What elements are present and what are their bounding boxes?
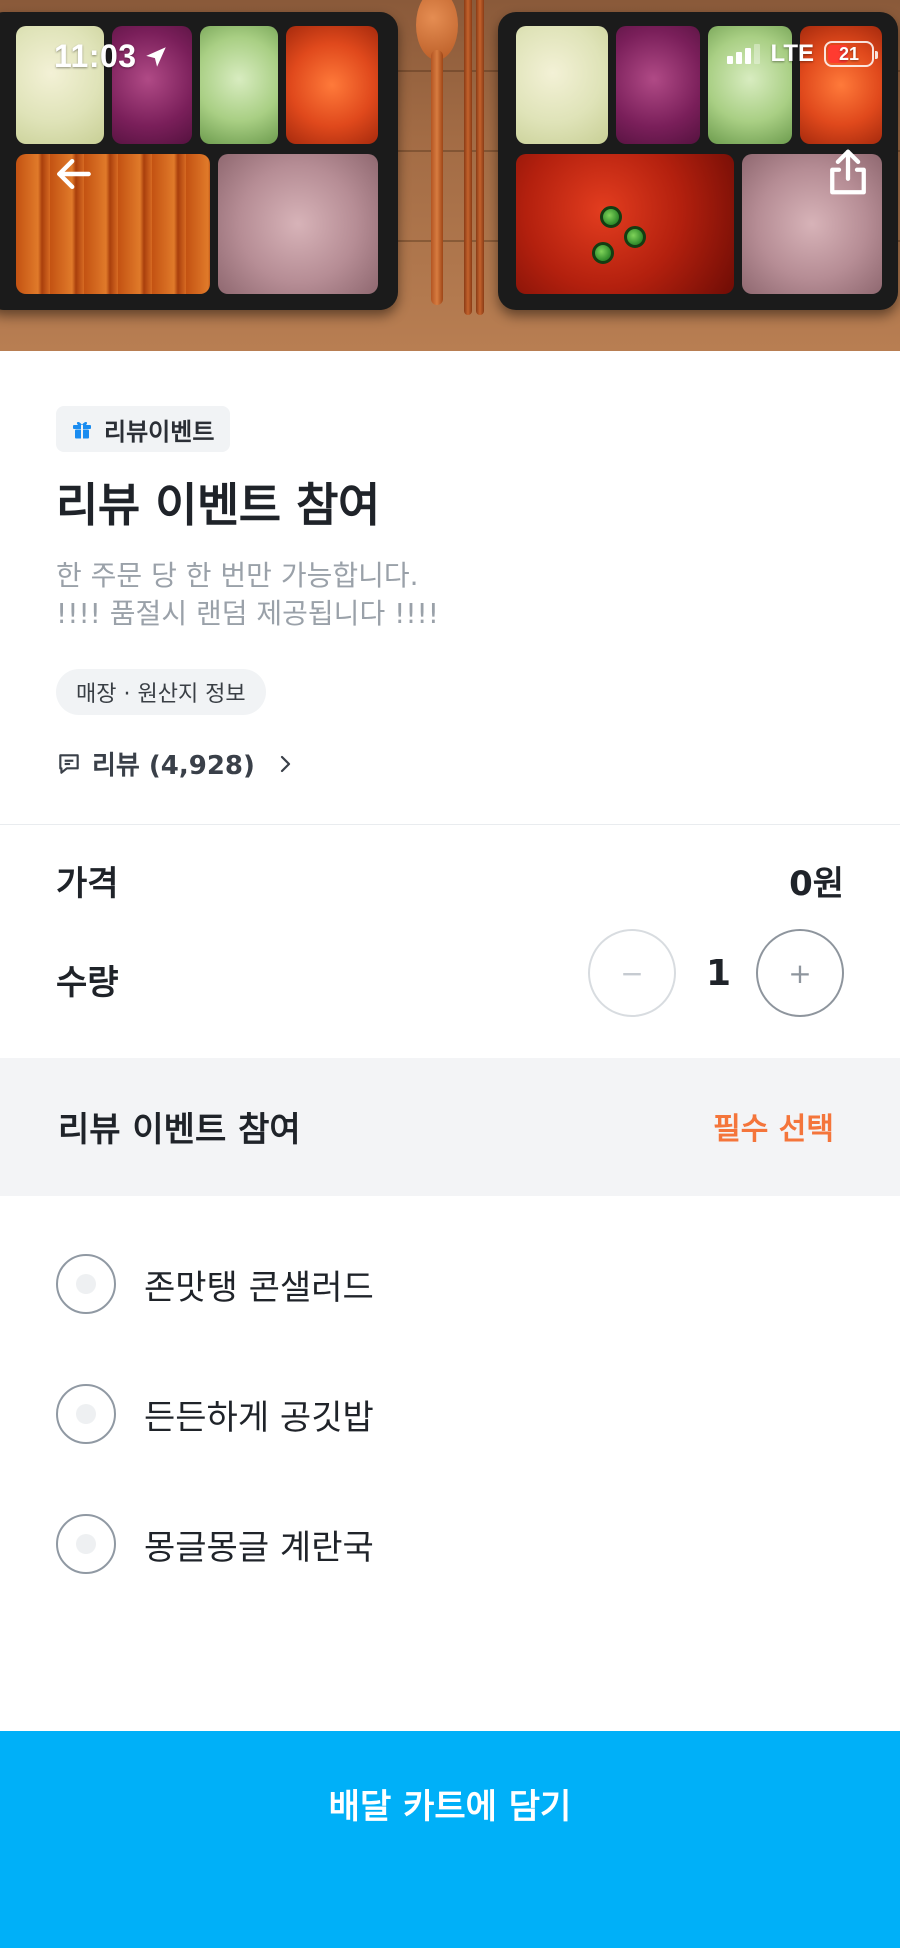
quantity-value: 1 bbox=[706, 952, 732, 994]
price-label: 가격 bbox=[56, 864, 119, 904]
battery-icon: 21 bbox=[824, 41, 878, 67]
quantity-increase-button[interactable]: + bbox=[756, 929, 844, 1017]
badge-label: 리뷰이벤트 bbox=[104, 417, 215, 446]
arrow-left-icon bbox=[57, 158, 91, 190]
divider bbox=[0, 824, 900, 825]
comment-icon bbox=[59, 753, 79, 774]
quantity-label: 수량 bbox=[56, 963, 119, 1003]
location-arrow-icon bbox=[145, 46, 166, 67]
share-icon bbox=[830, 149, 866, 195]
description-line: 한 주문 당 한 번만 가능합니다. bbox=[56, 559, 419, 592]
battery-level: 21 bbox=[838, 43, 860, 64]
radio-button[interactable] bbox=[56, 1514, 116, 1574]
option-item[interactable]: 존맛탱 콘샐러드 bbox=[56, 1254, 374, 1314]
review-event-badge: 리뷰이벤트 bbox=[56, 406, 231, 452]
option-label: 몽글몽글 계란국 bbox=[144, 1527, 374, 1568]
quantity-stepper: − 1 + bbox=[588, 929, 844, 1017]
status-indicators: LTE 21 bbox=[727, 40, 878, 68]
hero-image: 11:03 LTE 21 bbox=[0, 0, 900, 351]
product-title: 리뷰 이벤트 참여 bbox=[56, 478, 380, 532]
chevron-right-icon bbox=[280, 755, 291, 772]
radio-button[interactable] bbox=[56, 1384, 116, 1444]
signal-icon bbox=[727, 44, 761, 64]
gift-icon bbox=[73, 421, 91, 439]
review-link[interactable]: 리뷰 (4,928) bbox=[56, 745, 297, 782]
add-to-cart-button[interactable]: 배달 카트에 담기 bbox=[0, 1731, 900, 1948]
price-value: 0원 bbox=[789, 864, 844, 904]
required-badge: 필수 선택 bbox=[713, 1112, 834, 1147]
share-button[interactable] bbox=[820, 144, 876, 200]
option-item[interactable]: 든든하게 공깃밥 bbox=[56, 1384, 374, 1444]
product-description: 한 주문 당 한 번만 가능합니다. !!!! 품절시 랜덤 제공됩니다 !!!… bbox=[56, 557, 439, 633]
network-label: LTE bbox=[770, 40, 814, 67]
radio-button[interactable] bbox=[56, 1254, 116, 1314]
quantity-decrease-button[interactable]: − bbox=[588, 929, 676, 1017]
review-count-label: 리뷰 (4,928) bbox=[92, 751, 255, 781]
origin-info-chip[interactable]: 매장 · 원산지 정보 bbox=[56, 669, 266, 715]
back-button[interactable] bbox=[46, 146, 102, 202]
status-time: 11:03 bbox=[54, 38, 169, 75]
add-to-cart-label: 배달 카트에 담기 bbox=[328, 1787, 572, 1827]
option-item[interactable]: 몽글몽글 계란국 bbox=[56, 1514, 374, 1574]
description-line: !!!! 품절시 랜덤 제공됩니다 !!!! bbox=[56, 597, 439, 630]
option-label: 존맛탱 콘샐러드 bbox=[144, 1267, 374, 1308]
option-group-header: 리뷰 이벤트 참여 필수 선택 bbox=[0, 1058, 900, 1196]
option-label: 든든하게 공깃밥 bbox=[144, 1397, 374, 1438]
option-group-title: 리뷰 이벤트 참여 bbox=[58, 1110, 301, 1150]
